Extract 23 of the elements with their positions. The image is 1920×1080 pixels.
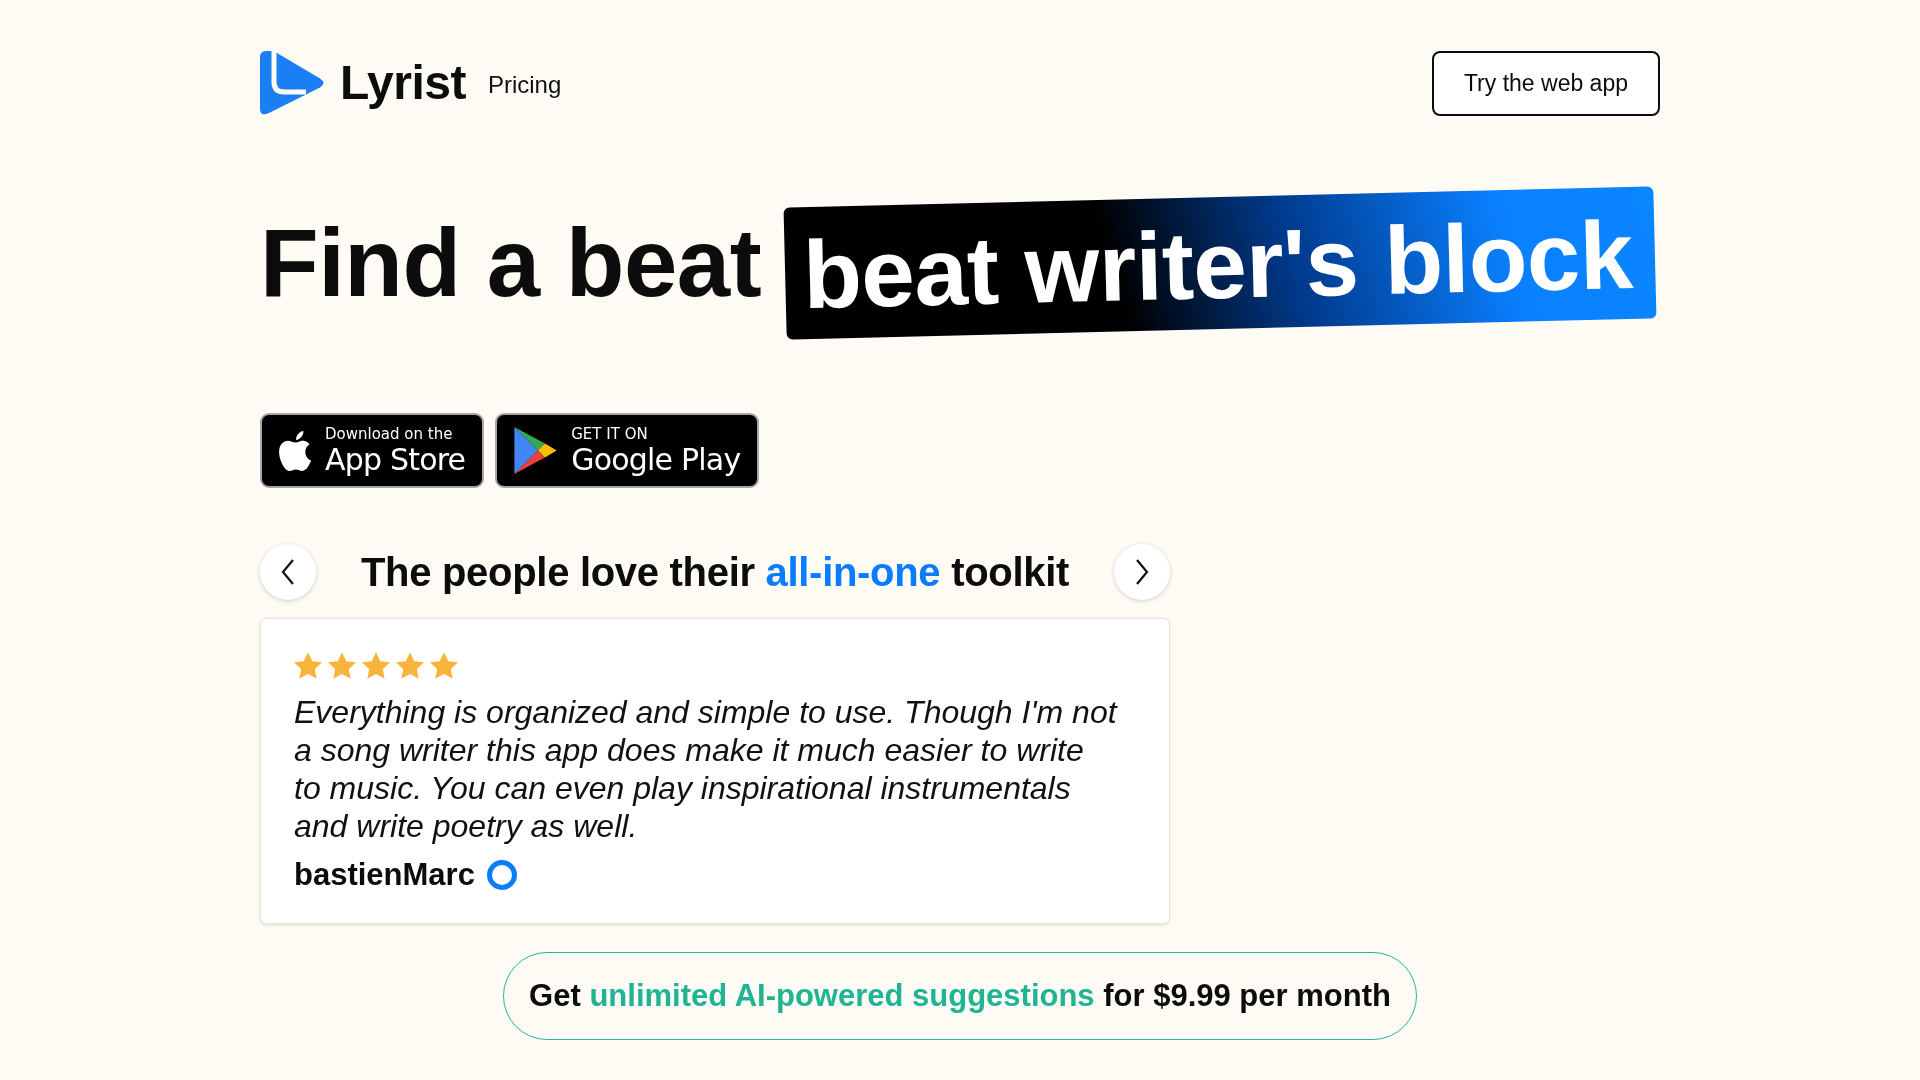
chevron-left-icon [281,559,295,585]
section-title: The people love their all-in-one toolkit [360,549,1070,595]
logo-icon [260,51,326,115]
play-triangle-icon [514,427,558,474]
pricing-link[interactable]: Pricing [487,71,562,99]
review-author: bastienMarc [294,857,475,893]
highlight-banner: beat writer's block [783,185,1657,340]
star-icon [362,652,390,679]
headline: Find a beat [260,214,762,311]
star-icon [328,652,356,679]
review-quote: Everything is organized and simple to use. Though I'm not a song writer this app does make it much easier to write to music. You can even play inspirational instrumentals and write poetry as well. [294,693,1118,845]
brand-name: Lyrist [340,59,466,107]
next-button[interactable] [1114,544,1170,600]
star-icon [396,652,424,679]
star-icon [430,652,458,679]
store-link[interactable]: Download on the App Store [260,413,485,488]
ring-icon [486,860,517,890]
store-link[interactable]: GET IT ON Google Play [495,413,760,488]
star-icon [294,652,322,679]
apple-icon [279,430,312,471]
try-web-app-button[interactable]: Try the web app [1431,50,1660,116]
previous-button[interactable] [260,544,316,600]
chevron-right-icon [1135,559,1149,585]
